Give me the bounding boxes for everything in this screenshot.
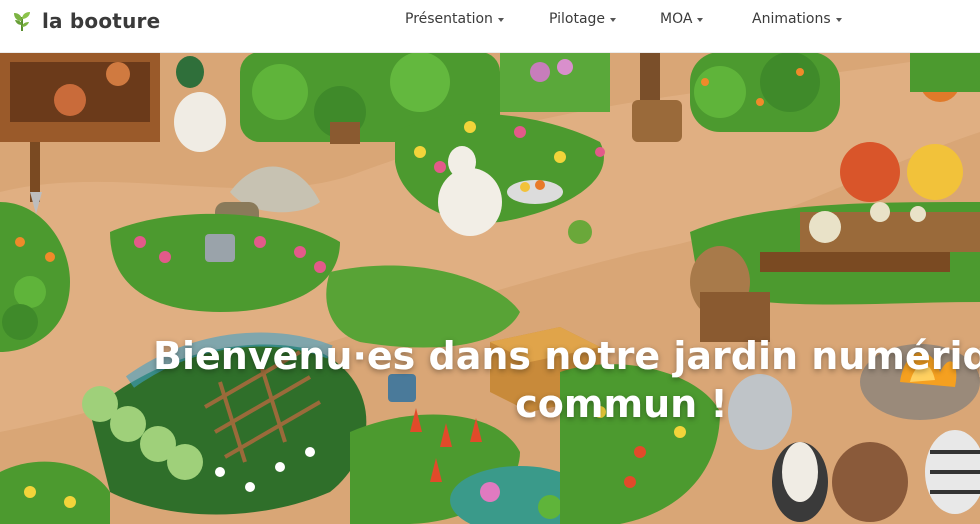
brand-name: la booture [42, 9, 161, 33]
garden-illustration [0, 52, 980, 524]
chevron-down-icon [835, 18, 842, 22]
chevron-down-icon [497, 18, 504, 22]
nav-label: MOA [660, 11, 693, 27]
nav-presentation[interactable]: Présentation [405, 11, 504, 27]
nav-moa[interactable]: MOA [660, 11, 704, 27]
sprout-leaf-icon [14, 12, 30, 31]
hero-banner: Bienvenu·es dans notre jardin numérique … [0, 52, 980, 524]
nav-label: Présentation [405, 11, 493, 27]
brand-link[interactable]: la booture [10, 7, 160, 35]
hero-title-line1: Bienvenu·es dans notre jardin numérique [153, 334, 980, 378]
chevron-down-icon [697, 18, 704, 22]
hero-title-line2: commun ! [515, 382, 728, 426]
nav-label: Animations [752, 11, 831, 27]
chevron-down-icon [610, 18, 617, 22]
nav-pilotage[interactable]: Pilotage [549, 11, 617, 27]
nav-animations[interactable]: Animations [752, 11, 842, 27]
nav-label: Pilotage [549, 11, 606, 27]
site-header: la booture Présentation Pilotage MOA Ani… [0, 0, 980, 53]
